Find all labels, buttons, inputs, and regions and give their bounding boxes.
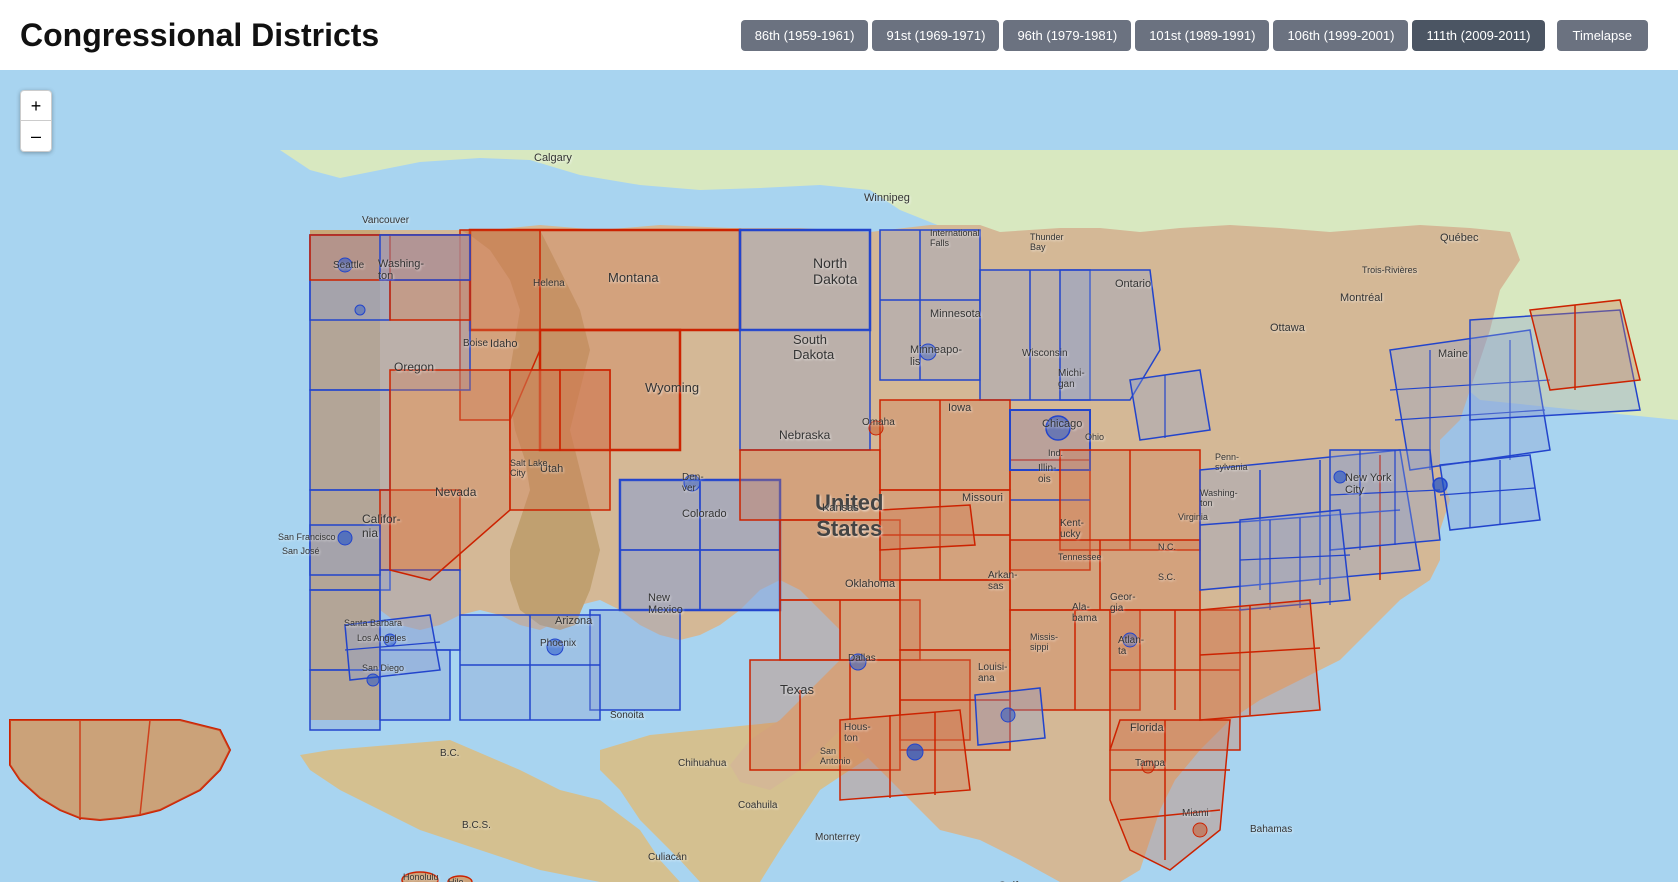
map-background: NorthDakota SouthDakota Montana Wyoming … — [0, 70, 1678, 882]
map-svg — [0, 70, 1678, 882]
tab-111th[interactable]: 111th (2009-2011) — [1412, 20, 1544, 51]
tab-91st[interactable]: 91st (1969-1971) — [872, 20, 999, 51]
page-title: Congressional Districts — [20, 17, 379, 54]
tab-106th[interactable]: 106th (1999-2001) — [1273, 20, 1408, 51]
map-container: NorthDakota SouthDakota Montana Wyoming … — [0, 70, 1678, 882]
zoom-in-button[interactable]: + — [21, 91, 51, 121]
tab-101st[interactable]: 101st (1989-1991) — [1135, 20, 1269, 51]
tab-86th[interactable]: 86th (1959-1961) — [741, 20, 869, 51]
header: Congressional Districts 86th (1959-1961)… — [0, 0, 1678, 70]
timelapse-button[interactable]: Timelapse — [1557, 20, 1648, 51]
zoom-out-button[interactable]: – — [21, 121, 51, 151]
tab-96th[interactable]: 96th (1979-1981) — [1003, 20, 1131, 51]
tab-bar: 86th (1959-1961)91st (1969-1971)96th (19… — [741, 20, 1648, 51]
zoom-controls: + – — [20, 90, 52, 152]
